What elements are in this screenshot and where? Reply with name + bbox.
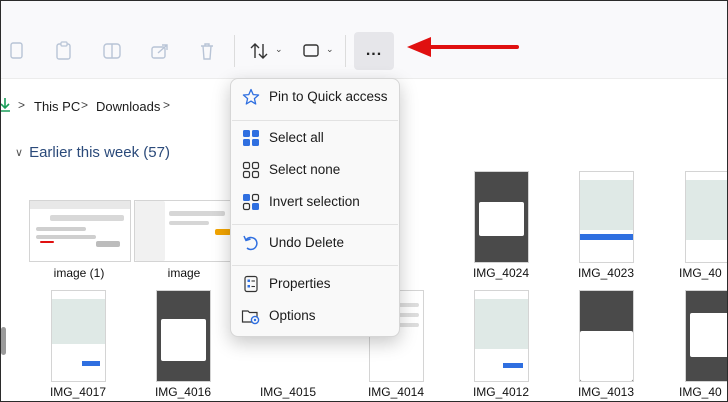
file-thumbnail[interactable] bbox=[579, 290, 634, 382]
view-icon[interactable] bbox=[299, 39, 323, 63]
rename-icon[interactable] bbox=[100, 39, 124, 63]
group-title: Earlier this week (57) bbox=[29, 144, 170, 161]
file-thumbnail[interactable] bbox=[134, 200, 236, 262]
copy-icon[interactable] bbox=[5, 39, 29, 63]
chevron-right-icon: > bbox=[18, 98, 26, 112]
menu-item-label: Select all bbox=[269, 130, 324, 145]
menu-item-label: Select none bbox=[269, 162, 341, 177]
menu-item-properties[interactable]: Properties bbox=[231, 268, 399, 300]
file-explorer-window: ⌄ ⌄ ... > This PC > Downloads > ∨ Earlie… bbox=[0, 0, 728, 402]
more-icon: ... bbox=[365, 42, 383, 59]
menu-item-options[interactable]: Options bbox=[231, 300, 399, 332]
file-thumbnail[interactable] bbox=[156, 290, 211, 382]
file-name[interactable]: image bbox=[134, 266, 234, 280]
file-name[interactable]: IMG_4024 bbox=[451, 266, 551, 280]
menu-item-label: Options bbox=[269, 308, 316, 323]
chevron-down-icon[interactable]: ⌄ bbox=[275, 44, 283, 55]
file-thumbnail[interactable] bbox=[51, 290, 106, 382]
file-name[interactable]: IMG_4015 bbox=[238, 385, 338, 399]
menu-divider bbox=[232, 120, 398, 121]
undo-icon bbox=[241, 233, 261, 253]
menu-item-label: Pin to Quick access bbox=[269, 89, 388, 104]
chevron-right-icon: > bbox=[81, 98, 89, 112]
file-thumbnail[interactable] bbox=[474, 171, 529, 263]
menu-item-select-none[interactable]: Select none bbox=[231, 154, 399, 186]
file-thumbnail[interactable] bbox=[685, 290, 727, 382]
file-name[interactable]: IMG_4023 bbox=[556, 266, 656, 280]
chevron-down-icon[interactable]: ⌄ bbox=[326, 44, 334, 55]
toolbar-divider bbox=[234, 35, 235, 67]
file-name[interactable]: IMG_40 bbox=[679, 385, 727, 399]
delete-icon[interactable] bbox=[195, 39, 219, 63]
menu-item-invert-selection[interactable]: Invert selection bbox=[231, 186, 399, 218]
share-icon[interactable] bbox=[148, 39, 172, 63]
menu-item-label: Invert selection bbox=[269, 194, 360, 209]
file-name[interactable]: IMG_4013 bbox=[556, 385, 656, 399]
group-header[interactable]: ∨ Earlier this week (57) bbox=[15, 144, 170, 161]
menu-item-undo-delete[interactable]: Undo Delete bbox=[231, 227, 399, 259]
arrow-icon bbox=[407, 37, 519, 57]
file-name[interactable]: IMG_4016 bbox=[133, 385, 233, 399]
chevron-down-icon: ∨ bbox=[15, 147, 24, 159]
file-name[interactable]: IMG_40 bbox=[679, 266, 727, 280]
breadcrumb-item[interactable]: Downloads bbox=[96, 99, 160, 114]
breadcrumb-item[interactable]: This PC bbox=[34, 99, 80, 114]
command-bar: ⌄ ⌄ ... bbox=[1, 1, 727, 78]
toolbar-divider bbox=[345, 35, 346, 67]
menu-item-label: Properties bbox=[269, 276, 331, 291]
select-all-icon bbox=[241, 128, 261, 148]
file-thumbnail[interactable] bbox=[29, 200, 131, 262]
folder-options-icon bbox=[241, 306, 261, 326]
file-name[interactable]: IMG_4014 bbox=[346, 385, 446, 399]
menu-item-select-all[interactable]: Select all bbox=[231, 122, 399, 154]
invert-selection-icon bbox=[241, 192, 261, 212]
file-name[interactable]: IMG_4017 bbox=[28, 385, 128, 399]
sort-icon[interactable] bbox=[247, 39, 271, 63]
select-none-icon bbox=[241, 160, 261, 180]
properties-icon bbox=[241, 274, 261, 294]
see-more-menu: Pin to Quick access Select all Select no… bbox=[230, 78, 400, 337]
file-name[interactable]: image (1) bbox=[29, 266, 129, 280]
menu-divider bbox=[232, 224, 398, 225]
file-thumbnail[interactable] bbox=[579, 171, 634, 263]
file-thumbnail[interactable] bbox=[685, 171, 727, 263]
download-icon bbox=[1, 98, 10, 112]
chevron-right-icon: > bbox=[163, 98, 171, 112]
menu-item-pin-to-quick-access[interactable]: Pin to Quick access bbox=[231, 81, 399, 113]
scrollbar[interactable] bbox=[1, 327, 6, 355]
menu-item-label: Undo Delete bbox=[269, 235, 345, 250]
file-name[interactable]: IMG_4012 bbox=[451, 385, 551, 399]
see-more-button[interactable]: ... bbox=[354, 32, 394, 70]
file-thumbnail[interactable] bbox=[474, 290, 529, 382]
star-icon bbox=[241, 87, 261, 107]
menu-divider bbox=[232, 265, 398, 266]
paste-icon[interactable] bbox=[52, 39, 76, 63]
